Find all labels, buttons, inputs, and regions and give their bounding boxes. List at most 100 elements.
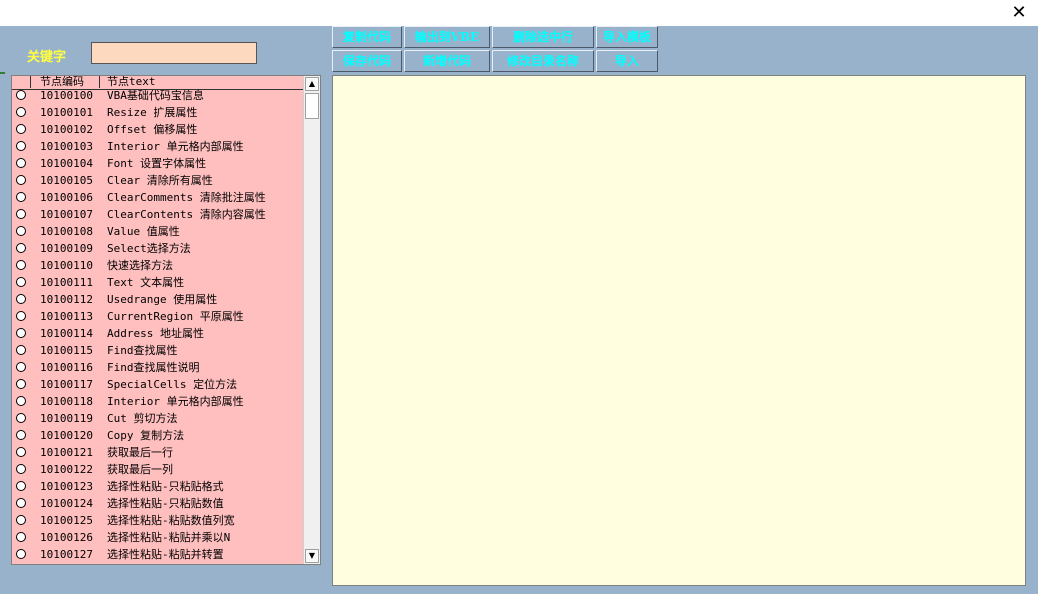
radio-button-icon[interactable] — [16, 277, 26, 287]
radio-button-icon[interactable] — [16, 260, 26, 270]
item-text: 获取最后一列 — [107, 463, 173, 476]
item-code: 10100103 — [40, 140, 93, 153]
list-item[interactable]: 10100127 选择性粘贴-粘贴并转置 — [12, 546, 304, 563]
list-item[interactable]: 10100104 Font 设置字体属性 — [12, 155, 304, 172]
radio-button-icon[interactable] — [16, 107, 26, 117]
radio-button-icon[interactable] — [16, 192, 26, 202]
list-item[interactable]: 10100125 选择性粘贴-粘贴数值列宽 — [12, 512, 304, 529]
scroll-down-icon[interactable]: ▼ — [305, 549, 319, 563]
list-item[interactable]: 10100102 Offset 偏移属性 — [12, 121, 304, 138]
item-code: 10100125 — [40, 514, 93, 527]
list-item[interactable]: 10100124 选择性粘贴-只粘贴数值 — [12, 495, 304, 512]
keyword-label: 关键字 — [27, 50, 67, 65]
item-code: 10100105 — [40, 174, 93, 187]
item-code: 10100104 — [40, 157, 93, 170]
item-text: Find查找属性说明 — [107, 361, 200, 374]
list-item[interactable]: 10100117 SpecialCells 定位方法 — [12, 376, 304, 393]
item-text: Text 文本属性 — [107, 276, 185, 289]
item-code: 10100121 — [40, 446, 93, 459]
item-code: 10100116 — [40, 361, 93, 374]
radio-button-icon[interactable] — [16, 362, 26, 372]
list-item[interactable]: 10100105 Clear 清除所有属性 — [12, 172, 304, 189]
radio-button-icon[interactable] — [16, 481, 26, 491]
list-item[interactable]: 10100119 Cut 剪切方法 — [12, 410, 304, 427]
radio-button-icon[interactable] — [16, 515, 26, 525]
keyword-input[interactable] — [91, 42, 257, 64]
radio-button-icon[interactable] — [16, 532, 26, 542]
item-text: Offset 偏移属性 — [107, 123, 198, 136]
radio-button-icon[interactable] — [16, 311, 26, 321]
list-item[interactable]: 10100109 Select选择方法 — [12, 240, 304, 257]
list-item[interactable]: 10100121 获取最后一行 — [12, 444, 304, 461]
scroll-thumb[interactable] — [305, 93, 319, 119]
list-scrollbar[interactable]: ▲ ▼ — [303, 76, 320, 564]
item-code: 10100119 — [40, 412, 93, 425]
list-item[interactable]: 10100108 Value 值属性 — [12, 223, 304, 240]
item-text: Usedrange 使用属性 — [107, 293, 218, 306]
item-text: ClearComments 清除批注属性 — [107, 191, 266, 204]
radio-button-icon[interactable] — [16, 226, 26, 236]
item-text: Interior 单元格内部属性 — [107, 395, 244, 408]
radio-button-icon[interactable] — [16, 141, 26, 151]
item-code: 10100120 — [40, 429, 93, 442]
copy-code-button[interactable]: 复制代码 — [332, 26, 402, 48]
list-item[interactable]: 10100107 ClearContents 清除内容属性 — [12, 206, 304, 223]
radio-button-icon[interactable] — [16, 175, 26, 185]
radio-button-icon[interactable] — [16, 430, 26, 440]
output-to-vbe-button[interactable]: 输出到VBE — [404, 26, 490, 48]
item-text: Value 值属性 — [107, 225, 180, 238]
import-button[interactable]: 导入 — [596, 50, 658, 72]
item-code: 10100108 — [40, 225, 93, 238]
radio-button-icon[interactable] — [16, 243, 26, 253]
radio-button-icon[interactable] — [16, 447, 26, 457]
list-item[interactable]: 10100116 Find查找属性说明 — [12, 359, 304, 376]
item-code: 10100109 — [40, 242, 93, 255]
radio-button-icon[interactable] — [16, 413, 26, 423]
radio-button-icon[interactable] — [16, 158, 26, 168]
item-text: Select选择方法 — [107, 242, 191, 255]
radio-button-icon[interactable] — [16, 328, 26, 338]
save-code-button[interactable]: 保存代码 — [332, 50, 402, 72]
radio-button-icon[interactable] — [16, 396, 26, 406]
radio-button-icon[interactable] — [16, 294, 26, 304]
list-item[interactable]: 10100115 Find查找属性 — [12, 342, 304, 359]
delete-selected-row-button[interactable]: 删除选中行 — [492, 26, 594, 48]
item-code: 10100117 — [40, 378, 93, 391]
close-icon[interactable]: ✕ — [1008, 2, 1030, 24]
list-item[interactable]: 10100118 Interior 单元格内部属性 — [12, 393, 304, 410]
import-template-button[interactable]: 导入模板 — [596, 26, 658, 48]
radio-button-icon[interactable] — [16, 498, 26, 508]
item-code: 10100123 — [40, 480, 93, 493]
list-item[interactable]: 10100110 快速选择方法 — [12, 257, 304, 274]
list-item[interactable]: 10100123 选择性粘贴-只粘贴格式 — [12, 478, 304, 495]
list-item[interactable]: 10100103 Interior 单元格内部属性 — [12, 138, 304, 155]
radio-button-icon[interactable] — [16, 379, 26, 389]
scroll-up-icon[interactable]: ▲ — [305, 77, 319, 91]
radio-button-icon[interactable] — [16, 209, 26, 219]
add-code-button[interactable]: 新增代码 — [404, 50, 490, 72]
list-item[interactable]: 10100122 获取最后一列 — [12, 461, 304, 478]
list-item[interactable]: 10100101 Resize 扩展属性 — [12, 104, 304, 121]
radio-button-icon[interactable] — [16, 124, 26, 134]
list-item[interactable]: 10100106 ClearComments 清除批注属性 — [12, 189, 304, 206]
list-item[interactable]: 10100114 Address 地址属性 — [12, 325, 304, 342]
item-text: ClearContents 清除内容属性 — [107, 208, 266, 221]
list-item[interactable]: 10100111 Text 文本属性 — [12, 274, 304, 291]
radio-button-icon[interactable] — [16, 464, 26, 474]
node-listbox[interactable]: 节点编码 节点text 10100100 VBA基础代码宝信息 10100101 Re… — [11, 75, 321, 565]
list-item[interactable]: 10100126 选择性粘贴-粘贴并乘以N — [12, 529, 304, 546]
item-text: 选择性粘贴-粘贴并转置 — [107, 548, 224, 561]
item-code: 10100101 — [40, 106, 93, 119]
radio-button-icon[interactable] — [16, 90, 26, 100]
radio-button-icon[interactable] — [16, 345, 26, 355]
item-code: 10100115 — [40, 344, 93, 357]
rename-directory-button[interactable]: 修改目录名称 — [492, 50, 594, 72]
list-item[interactable]: 10100100 VBA基础代码宝信息 — [12, 87, 304, 104]
list-item[interactable]: 10100113 CurrentRegion 平原属性 — [12, 308, 304, 325]
code-editor[interactable] — [332, 75, 1026, 586]
list-item[interactable]: 10100112 Usedrange 使用属性 — [12, 291, 304, 308]
item-text: 选择性粘贴-粘贴并乘以N — [107, 531, 231, 544]
radio-button-icon[interactable] — [16, 549, 26, 559]
item-code: 10100122 — [40, 463, 93, 476]
list-item[interactable]: 10100120 Copy 复制方法 — [12, 427, 304, 444]
